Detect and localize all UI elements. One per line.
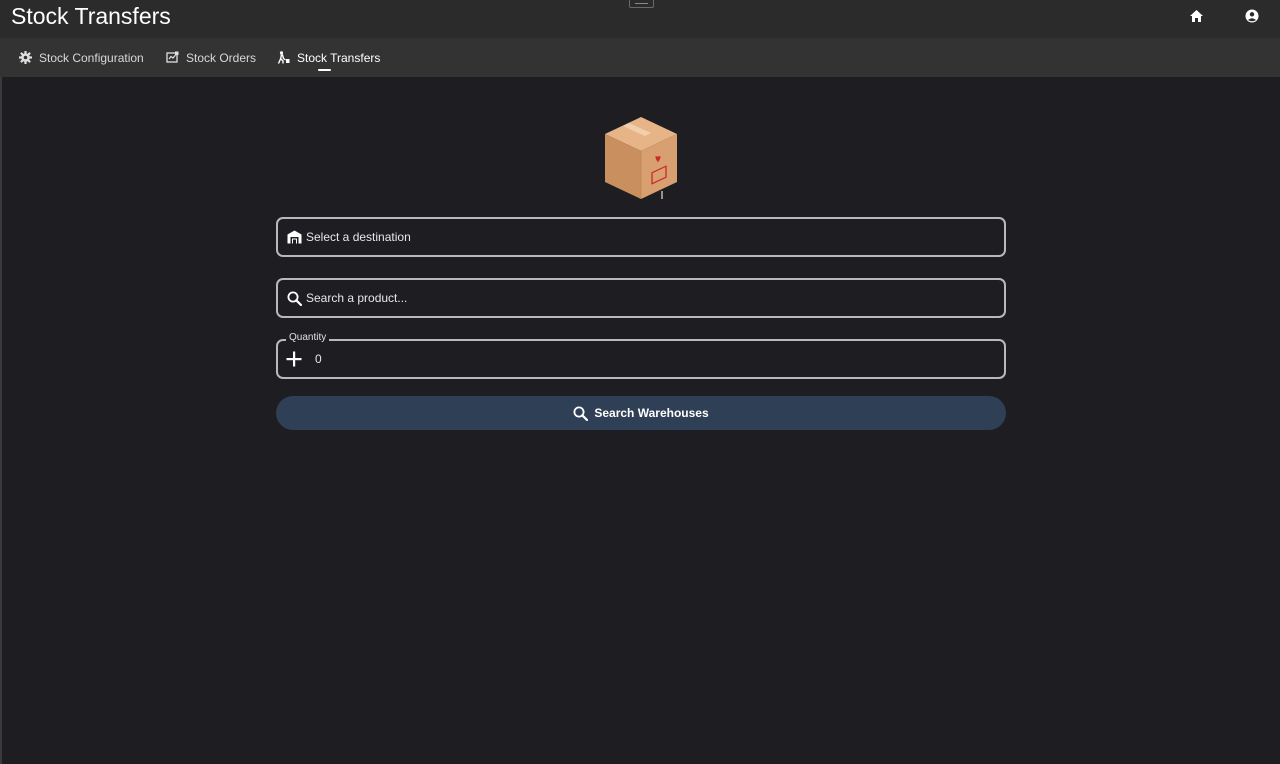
tab-stock-orders[interactable]: Stock Orders [166, 38, 256, 77]
tab-label: Stock Transfers [297, 50, 381, 65]
product-search-field[interactable] [276, 278, 1006, 318]
product-search-input[interactable] [306, 291, 966, 305]
tab-stock-configuration[interactable]: Stock Configuration [19, 38, 144, 77]
orders-icon [166, 51, 179, 64]
gear-icon [19, 51, 32, 64]
account-circle-icon[interactable] [1244, 8, 1260, 24]
destination-placeholder: Select a destination [306, 230, 411, 244]
quantity-value[interactable]: 0 [315, 352, 322, 366]
search-warehouses-label: Search Warehouses [594, 406, 709, 420]
drag-handle[interactable] [629, 0, 654, 8]
active-tab-indicator [318, 69, 331, 71]
search-warehouses-button[interactable]: Search Warehouses [276, 396, 1006, 430]
home-icon[interactable] [1188, 8, 1204, 24]
page-title: Stock Transfers [11, 3, 171, 29]
search-icon [286, 290, 302, 306]
window-edge [0, 0, 2, 764]
package-box-icon [600, 113, 682, 203]
tab-label: Stock Configuration [39, 50, 144, 65]
tab-stock-transfers[interactable]: Stock Transfers [277, 38, 380, 77]
search-icon [573, 406, 589, 421]
transfer-person-icon [277, 51, 290, 64]
plus-icon[interactable] [286, 351, 302, 367]
warehouse-icon [286, 229, 302, 245]
destination-select[interactable]: Select a destination [276, 217, 1006, 257]
quantity-field[interactable]: 0 [276, 339, 1006, 379]
tab-bar: Stock Configuration Stock Orders Stock T… [0, 38, 1280, 77]
quantity-label: Quantity [286, 332, 330, 343]
title-bar: Stock Transfers [0, 0, 1280, 38]
tab-label: Stock Orders [186, 50, 257, 65]
